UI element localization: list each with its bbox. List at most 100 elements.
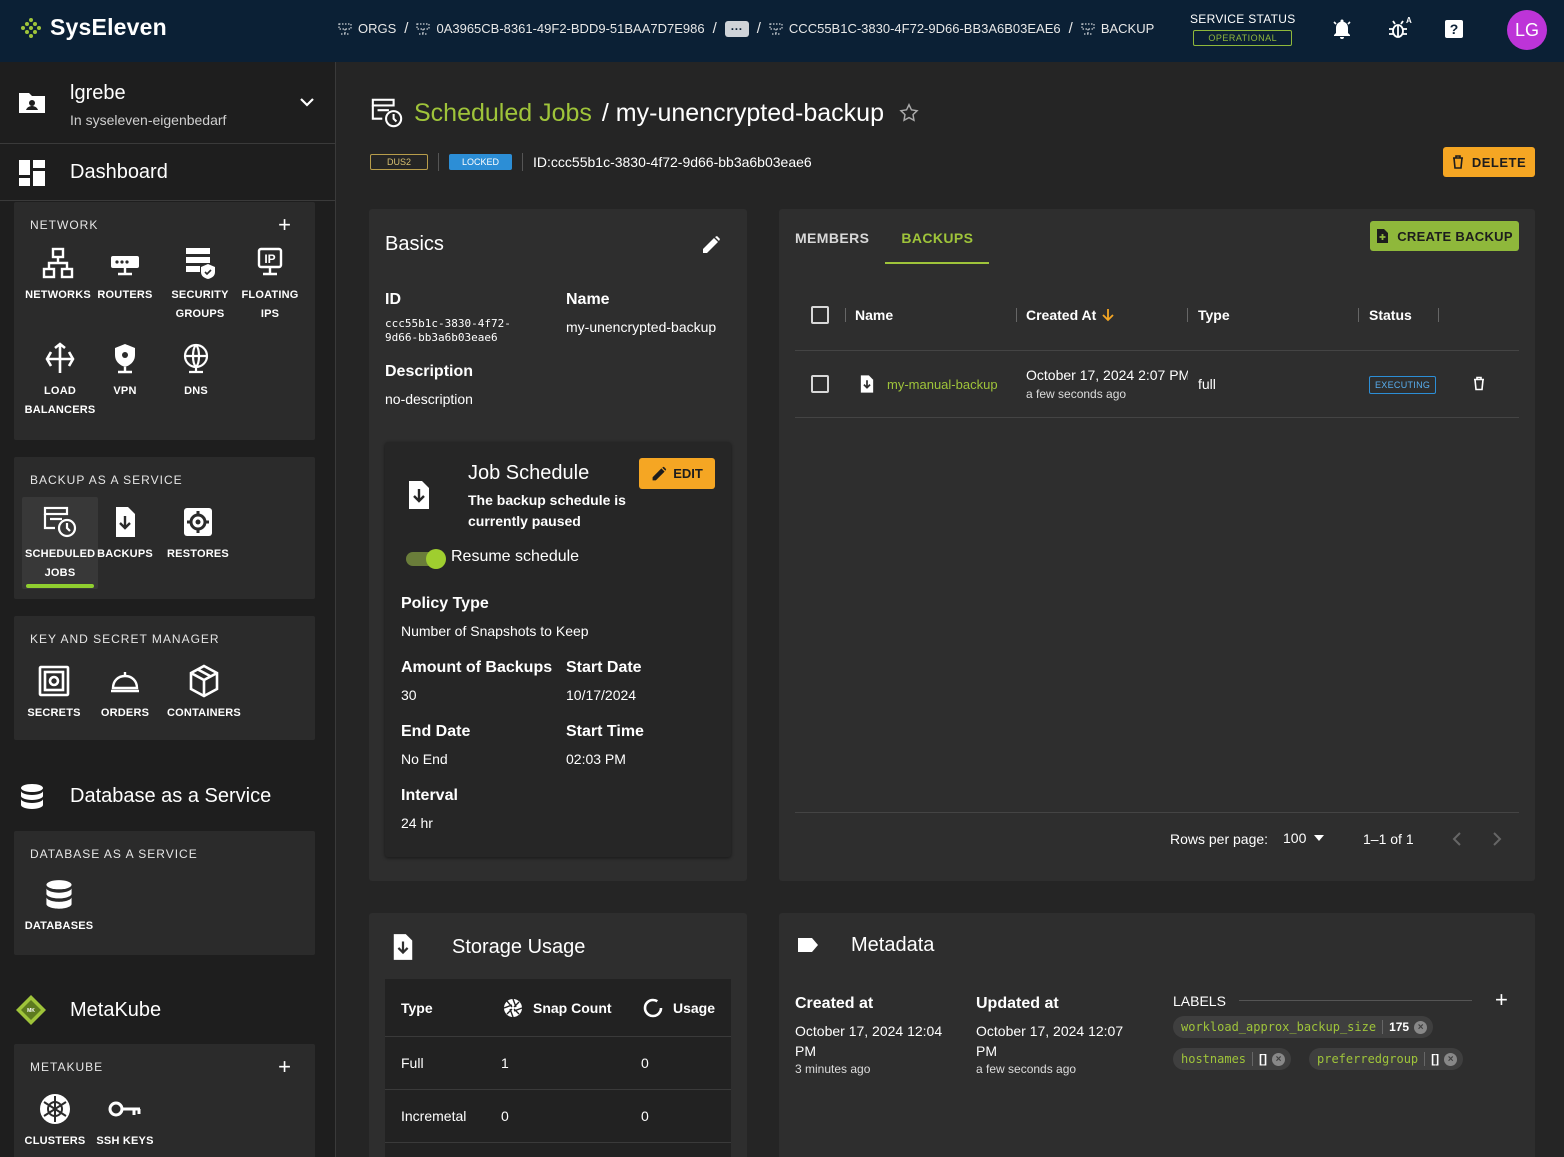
sidebar-item-databases[interactable]: DATABASES (21, 879, 97, 936)
sidebar-item-clusters[interactable]: CLUSTERS (17, 1092, 93, 1151)
sidebar-item-secrets[interactable]: SECRETS (16, 664, 92, 723)
sort-descending-icon[interactable] (1101, 307, 1115, 323)
sidebar-item-containers[interactable]: CONTAINERS (166, 664, 242, 723)
resume-schedule-toggle[interactable] (406, 549, 446, 569)
help-button[interactable]: ? (1441, 16, 1467, 42)
svg-text:IP: IP (264, 252, 275, 266)
sidebar-item-dashboard[interactable]: Dashboard (0, 145, 335, 201)
add-network-button[interactable]: + (278, 214, 291, 236)
select-all-checkbox[interactable] (811, 306, 829, 324)
policy-type-value: Number of Snapshots to Keep (401, 623, 589, 639)
delete-button[interactable]: DELETE (1443, 147, 1535, 177)
sidebar-item-ssh-keys[interactable]: SSH KEYS (87, 1092, 163, 1151)
sidebar-item-networks[interactable]: NETWORKS (20, 246, 96, 305)
tab-members[interactable]: MEMBERS (795, 226, 869, 264)
column-header-status[interactable]: Status (1369, 307, 1412, 323)
service-status[interactable]: SERVICE STATUS OPERATIONAL (1190, 12, 1296, 46)
tab-backups[interactable]: BACKUPS (885, 226, 990, 264)
add-cluster-button[interactable]: + (278, 1056, 291, 1078)
column-separator (845, 308, 846, 322)
toggle-knob (426, 549, 446, 569)
created-at-label: Created at (795, 995, 874, 1012)
sidebar-item-backups[interactable]: BACKUPS (87, 505, 163, 564)
row-divider (795, 417, 1519, 418)
column-header-created-at[interactable]: Created At (1026, 307, 1096, 323)
breadcrumb-collapsed[interactable]: ··· (724, 20, 749, 37)
label-chip[interactable]: workload_approx_backup_size 175 × (1173, 1016, 1434, 1038)
router-icon (111, 256, 139, 276)
bug-icon: A (1389, 16, 1412, 38)
trash-icon (1452, 155, 1463, 169)
sidebar-item-routers[interactable]: ROUTERS (87, 246, 163, 305)
updated-at-relative: a few seconds ago (976, 1062, 1077, 1076)
page-title-link[interactable]: Scheduled Jobs (414, 99, 592, 128)
notifications-button[interactable] (1329, 16, 1355, 42)
page-header: Scheduled Jobs / my-unencrypted-backup (370, 96, 920, 130)
locked-tag: LOCKED (449, 154, 513, 170)
edit-schedule-button[interactable]: EDIT (639, 458, 715, 489)
service-bell-icon (111, 672, 139, 693)
breadcrumb-org-id[interactable]: 0A3965CB-8361-49F2-BDD9-51BAA7D7E986 (416, 21, 705, 36)
start-date-value: 10/17/2024 (566, 687, 637, 703)
status-badge: EXECUTING (1369, 376, 1437, 394)
end-date-value: No End (401, 751, 448, 767)
backup-name-link[interactable]: my-manual-backup (887, 377, 998, 392)
chevron-right-icon[interactable] (1490, 831, 1504, 847)
sidebar-item-security-groups[interactable]: SECURITY GROUPS (162, 246, 238, 324)
sidebar-item-dns[interactable]: DNS (158, 342, 234, 401)
breadcrumb: ORGS / 0A3965CB-8361-49F2-BDD9-51BAA7D7E… (338, 20, 1154, 37)
breadcrumb-orgs[interactable]: ORGS (338, 21, 396, 36)
top-bar: SysEleven ORGS / 0A3965CB-8361-49F2-BDD9… (0, 0, 1564, 62)
remove-label-icon[interactable]: × (1272, 1052, 1286, 1066)
divider (522, 153, 524, 171)
create-backup-button[interactable]: CREATE BACKUP (1370, 221, 1519, 251)
app-logo[interactable]: SysEleven (20, 14, 167, 41)
svg-text:MK: MK (27, 1008, 35, 1014)
breadcrumb-project-id[interactable]: CCC55B1C-3830-4F72-9D66-BB3A6B03EAE6 (769, 21, 1061, 36)
id-value: ccc55b1c-3830-4f72-9d66-bb3a6b03eae6 (385, 317, 511, 344)
kms-section: KEY AND SECRET MANAGER SECRETS ORDERS CO… (14, 616, 315, 740)
card-title: Storage Usage (452, 936, 586, 958)
breadcrumb-backup[interactable]: BACKUP (1081, 21, 1154, 36)
star-icon[interactable] (898, 102, 920, 124)
updated-at-label: Updated at (976, 995, 1059, 1012)
trash-icon[interactable] (1473, 376, 1485, 391)
remove-label-icon[interactable]: × (1444, 1052, 1458, 1066)
rows-per-page-select[interactable]: 100 (1283, 830, 1325, 846)
row-checkbox[interactable] (811, 375, 829, 393)
remove-label-icon[interactable]: × (1414, 1020, 1428, 1034)
sidebar-item-orders[interactable]: ORDERS (87, 664, 163, 723)
row-divider (385, 1142, 731, 1143)
add-label-button[interactable]: + (1495, 987, 1508, 1013)
vpn-icon (115, 344, 135, 374)
pencil-icon[interactable] (701, 235, 721, 255)
sidebar-item-database-as-a-service[interactable]: Database as a Service (0, 772, 335, 822)
sidebar-item-floating-ips[interactable]: IP FLOATING IPS (232, 246, 308, 324)
amount-of-backups-label: Amount of Backups (401, 659, 553, 676)
row-divider (385, 1036, 731, 1037)
chevron-left-icon[interactable] (1450, 831, 1464, 847)
label-tag-icon (798, 938, 818, 952)
user-avatar[interactable]: LG (1507, 10, 1547, 50)
sidebar-item-metakube[interactable]: MK MetaKube (0, 986, 335, 1036)
sidebar-item-vpn[interactable]: VPN (87, 342, 163, 401)
section-title: BACKUP AS A SERVICE (30, 473, 183, 487)
column-header-type: Type (401, 1000, 433, 1016)
column-header-name[interactable]: Name (855, 307, 893, 323)
interval-label: Interval (401, 787, 458, 804)
label-chip[interactable]: hostnames [] × (1173, 1048, 1292, 1070)
pagination-range: 1–1 of 1 (1363, 831, 1414, 847)
bell-icon (1333, 19, 1351, 39)
start-time-value: 02:03 PM (566, 751, 626, 767)
sidebar: lgrebe In syseleven-eigenbedarf Dashboar… (0, 62, 336, 1157)
column-header-type[interactable]: Type (1198, 307, 1230, 323)
label-chip[interactable]: preferredgroup [] × (1309, 1048, 1464, 1070)
service-status-badge: OPERATIONAL (1193, 30, 1293, 46)
name-value: my-unencrypted-backup (566, 319, 717, 335)
org-switcher[interactable]: lgrebe In syseleven-eigenbedarf (0, 62, 335, 144)
user-name: lgrebe (70, 82, 126, 104)
sidebar-item-restores[interactable]: RESTORES (160, 505, 236, 564)
bug-report-button[interactable]: A (1386, 16, 1412, 42)
load-balancer-icon (45, 342, 75, 373)
policy-type-label: Policy Type (401, 595, 489, 612)
